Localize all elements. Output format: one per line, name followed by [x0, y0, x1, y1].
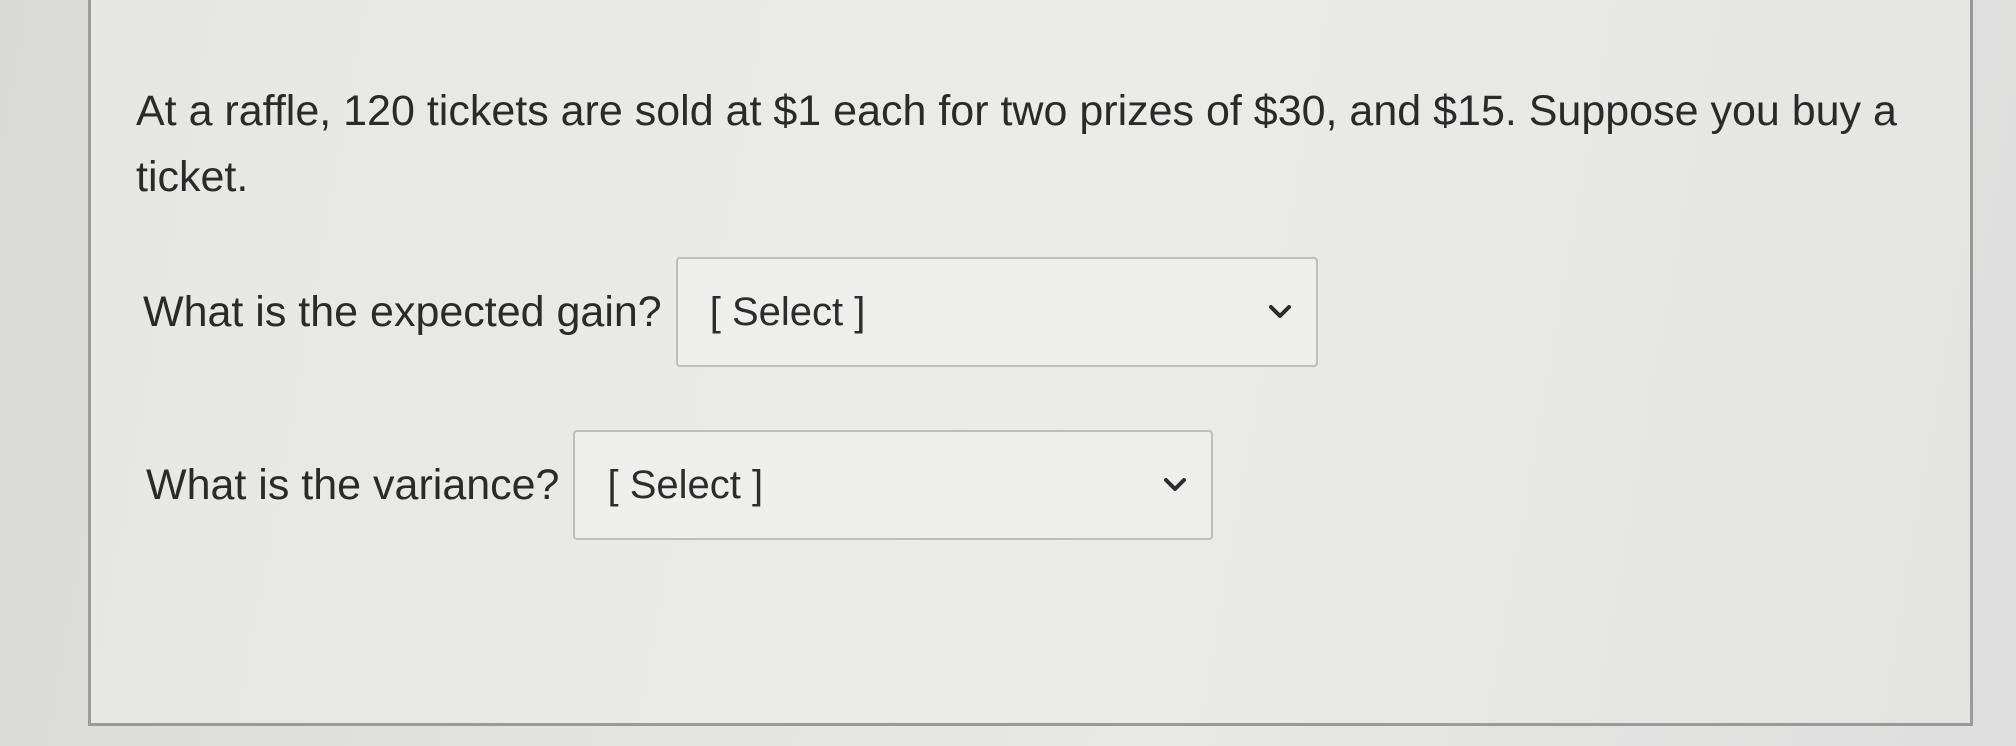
variance-select[interactable]: [ Select ] — [573, 430, 1214, 540]
expected-gain-selected-value: [ Select ] — [709, 289, 866, 334]
question-text: At a raffle, 120 tickets are sold at $1 … — [136, 87, 1897, 201]
variance-row: What is the variance? [ Select ] — [146, 430, 1214, 540]
expected-gain-row: What is the expected gain? [ Select ] — [143, 257, 1318, 367]
variance-selected-value: [ Select ] — [607, 462, 764, 507]
chevron-down-icon — [1266, 298, 1294, 326]
expected-gain-label: What is the expected gain? — [143, 287, 662, 336]
expected-gain-select[interactable]: [ Select ] — [675, 257, 1318, 367]
variance-label: What is the variance? — [146, 460, 560, 509]
chevron-down-icon — [1161, 471, 1189, 499]
